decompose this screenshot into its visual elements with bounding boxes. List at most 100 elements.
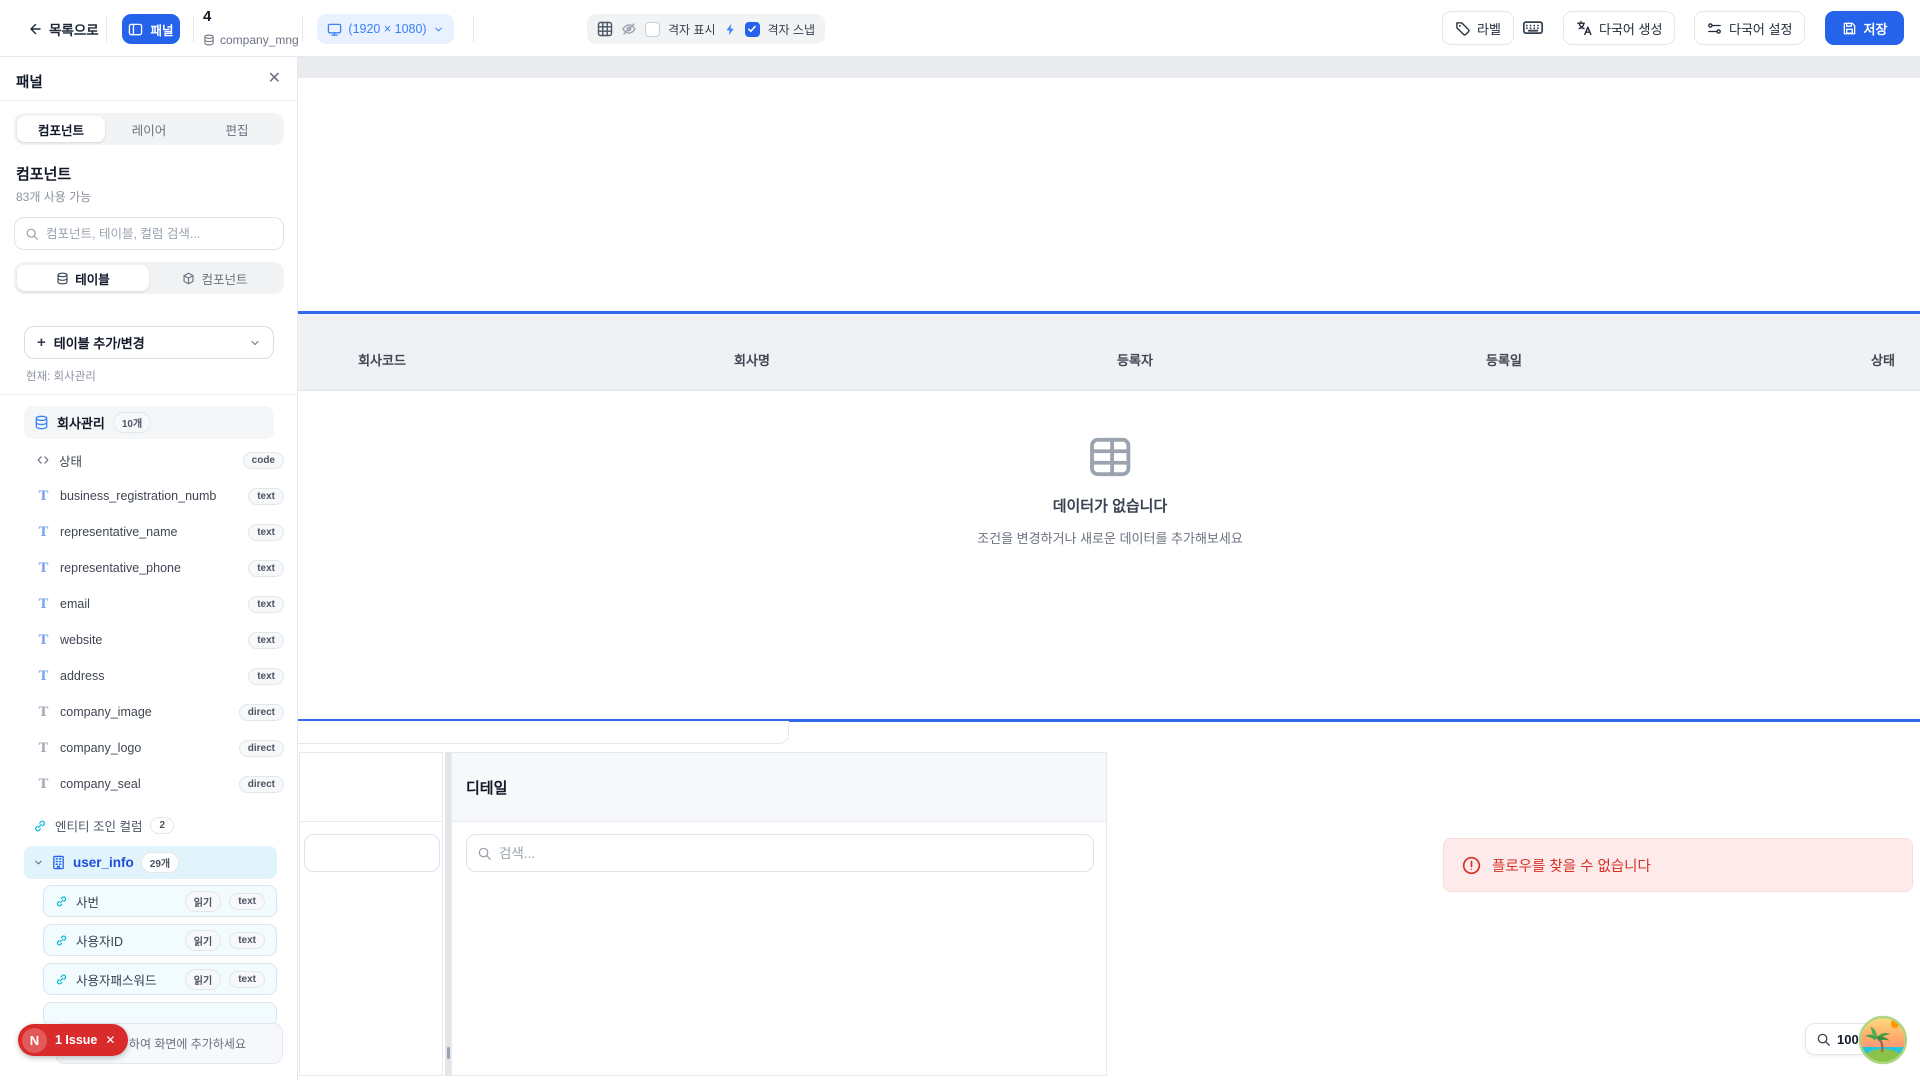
save-button[interactable]: 저장: [1825, 11, 1904, 45]
tree-column[interactable]: T address text: [24, 658, 286, 694]
text-field-icon: T: [36, 669, 51, 684]
text-field-icon: T: [36, 741, 51, 756]
issue-badge[interactable]: N 1 Issue ✕: [18, 1024, 128, 1056]
database-icon: [203, 34, 215, 46]
detail-search-input[interactable]: [499, 846, 1083, 861]
app-screen: 목록으로 패널 4 company_mng (1920 × 1080) 격자 표…: [0, 0, 1920, 1080]
text-field-icon: T: [36, 777, 51, 792]
table-footer-panel: [298, 721, 789, 744]
resolution-selector[interactable]: (1920 × 1080): [317, 14, 454, 44]
eye-off-icon[interactable]: [621, 21, 637, 37]
add-change-table-button[interactable]: + 테이블 추가/변경: [24, 326, 274, 359]
close-icon[interactable]: ✕: [268, 68, 281, 88]
table-grid-icon: [1087, 435, 1133, 479]
magnifier-icon: [1816, 1032, 1831, 1047]
design-canvas[interactable]: 회사코드 회사명 등록자 등록일 상태 데이터가 없습니다 조건을 변경하거나 …: [298, 57, 1920, 1080]
empty-title: 데이터가 없습니다: [1053, 495, 1168, 516]
tree-root-table[interactable]: 회사관리 10개: [24, 406, 274, 439]
label-button[interactable]: 라벨: [1442, 11, 1514, 45]
tree-column[interactable]: T company_seal direct: [24, 766, 286, 802]
detail-search: [466, 834, 1094, 872]
tree-column[interactable]: T representative_name text: [24, 514, 286, 550]
resize-handle-icon: [447, 1047, 450, 1059]
tab-layers[interactable]: 레이어: [105, 116, 193, 142]
divider: [302, 16, 303, 42]
text-field-icon: T: [36, 489, 51, 504]
grid-snap-checkbox[interactable]: [745, 22, 760, 37]
tree-column[interactable]: T company_logo direct: [24, 730, 286, 766]
tab-components[interactable]: 컴포넌트: [17, 116, 105, 142]
issue-logo: N: [22, 1028, 47, 1053]
error-text: 플로우를 찾을 수 없습니다: [1492, 855, 1651, 876]
link-icon: [55, 895, 68, 908]
tab-edit[interactable]: 편집: [193, 116, 281, 142]
link-icon: [55, 934, 68, 947]
search-input[interactable]: [46, 227, 273, 241]
i18n-generate-button[interactable]: 다국어 생성: [1563, 11, 1675, 45]
text-field-icon: T: [36, 705, 51, 720]
database-icon: [56, 272, 69, 285]
chevron-down-icon: [249, 337, 261, 349]
back-to-list-button[interactable]: 목록으로: [26, 0, 99, 57]
sidebar-tabs: 컴포넌트 레이어 편집: [14, 113, 284, 145]
available-count: 83개 사용 가능: [16, 188, 91, 205]
tree-join-table-user-info[interactable]: user_info 29개: [24, 846, 277, 879]
divider: [0, 394, 297, 395]
keyboard-icon: [1522, 17, 1544, 37]
table-col-header: 회사코드: [358, 350, 406, 369]
sliders-icon: [1707, 21, 1722, 36]
left-detail-card: [299, 752, 443, 1076]
i18n-settings-button[interactable]: 다국어 설정: [1694, 11, 1805, 45]
divider: [0, 100, 297, 101]
join-column-row[interactable]: 사용자패스워드 읽기 text: [43, 963, 277, 995]
cube-icon: [182, 272, 195, 285]
tag-icon: [1455, 21, 1470, 36]
column-count-badge: 10개: [113, 412, 151, 433]
left-card-search: [304, 834, 440, 872]
monitor-icon: [327, 22, 342, 37]
building-icon: [51, 855, 66, 870]
table-col-header: 회사명: [734, 350, 770, 369]
text-field-icon: T: [36, 597, 51, 612]
back-label: 목록으로: [49, 19, 99, 39]
tree-column[interactable]: T business_registration_numb text: [24, 478, 286, 514]
table-col-header: 등록일: [1486, 350, 1522, 369]
grid-show-checkbox[interactable]: [645, 22, 660, 37]
divider: [473, 16, 474, 42]
component-search: [14, 217, 284, 250]
canvas-top-gap: [298, 57, 1920, 78]
tree-column[interactable]: T email text: [24, 586, 286, 622]
topbar: 목록으로 패널 4 company_mng (1920 × 1080) 격자 표…: [0, 0, 1920, 57]
text-field-icon: T: [36, 525, 51, 540]
sidebar-title: 패널: [16, 71, 43, 92]
toggle-components[interactable]: 컴포넌트: [149, 265, 281, 291]
translate-icon: [1576, 20, 1592, 36]
flow-error-toast: 플로우를 찾을 수 없습니다: [1443, 838, 1913, 892]
link-icon: [33, 819, 47, 833]
table-col-header: 등록자: [1117, 350, 1153, 369]
components-heading: 컴포넌트: [16, 163, 71, 184]
tree-column[interactable]: T website text: [24, 622, 286, 658]
search-icon: [477, 846, 492, 861]
arrow-left-icon: [26, 21, 42, 37]
tree-column[interactable]: T company_image direct: [24, 694, 286, 730]
join-column-row[interactable]: 사용자ID 읽기 text: [43, 924, 277, 956]
page-number: 4: [203, 8, 211, 25]
island-sticker: [1858, 1015, 1908, 1065]
code-icon: [36, 453, 50, 467]
plus-icon: +: [37, 334, 46, 351]
close-icon[interactable]: ✕: [105, 1033, 115, 1047]
tree-column[interactable]: T representative_phone text: [24, 550, 286, 586]
empty-subtitle: 조건을 변경하거나 새로운 데이터를 추가해보세요: [977, 528, 1243, 547]
data-table-header[interactable]: 회사코드 회사명 등록자 등록일 상태: [298, 314, 1920, 391]
panel-toggle-button[interactable]: 패널: [122, 14, 180, 44]
toggle-tables[interactable]: 테이블: [17, 265, 149, 291]
grid-icon[interactable]: [597, 21, 613, 37]
join-column-row[interactable]: 사번 읽기 text: [43, 885, 277, 917]
chevron-down-icon: [433, 24, 444, 35]
table-selection-border-top: [298, 311, 1920, 314]
panel-sidebar: 패널 ✕ 컴포넌트 레이어 편집 컴포넌트 83개 사용 가능 테이블 컴포넌트…: [0, 57, 298, 1080]
keyboard-shortcuts-button[interactable]: [1522, 17, 1544, 37]
tree-column-status[interactable]: 상태 code: [24, 442, 286, 478]
divider: [193, 16, 194, 42]
